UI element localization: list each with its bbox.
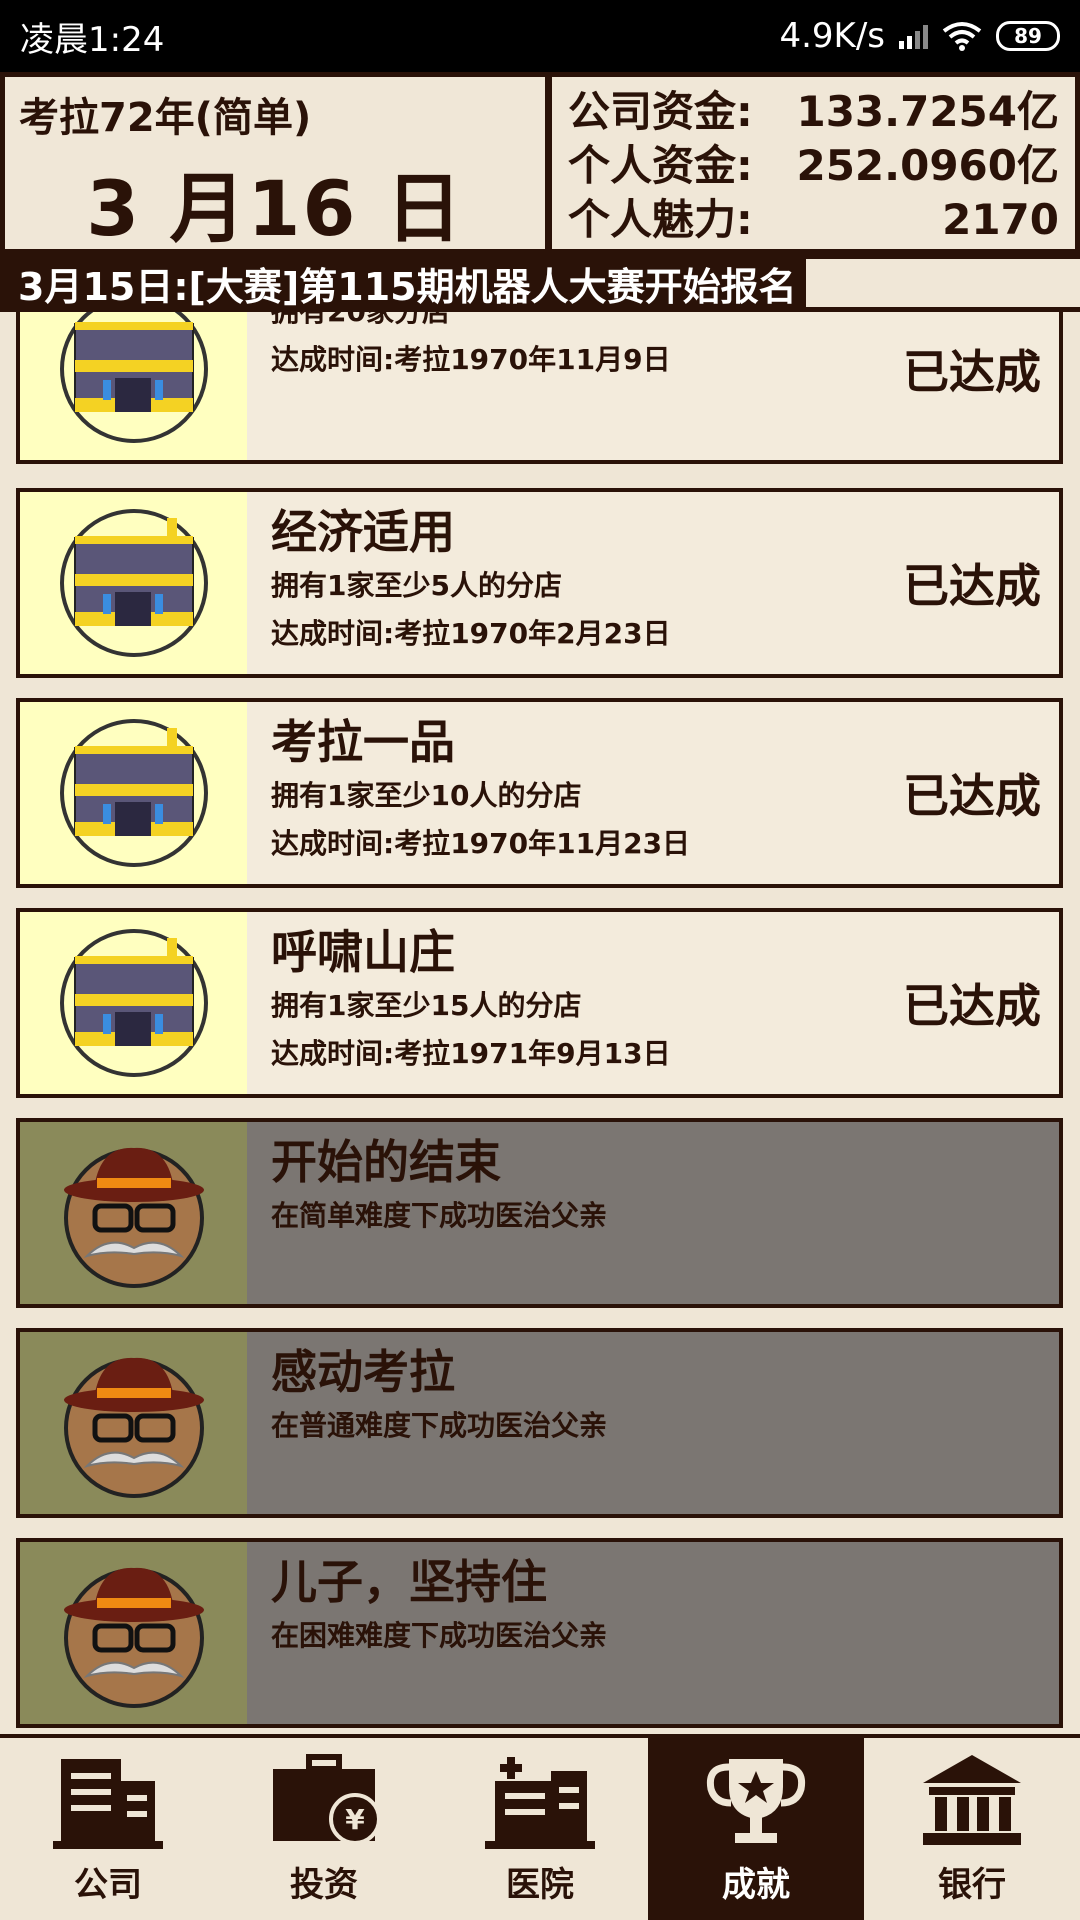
current-date: 3 月16 日 (86, 164, 464, 253)
father-icon (63, 1357, 204, 1498)
achievement-desc: 在困难难度下成功医治父亲 (271, 1619, 608, 1652)
building-icon (59, 312, 208, 443)
achievement-desc: 拥有20家分店 (271, 312, 1059, 336)
building-icon (59, 929, 208, 1077)
achievement-status: 已达成 (903, 345, 1041, 399)
father-icon (63, 1567, 204, 1708)
date-panel: 考拉72年(简单) 3 月16 日 (5, 77, 545, 253)
bank-icon (923, 1755, 1021, 1845)
tab-investment[interactable]: ¥ 投资 (216, 1738, 432, 1920)
company-funds-row: 公司资金: 133.7254亿 (568, 85, 1059, 139)
achievement-title: 感动考拉 (271, 1345, 455, 1399)
battery-icon: 89 (996, 21, 1060, 51)
signal-icon (899, 23, 928, 49)
achievement-status: 已达成 (903, 979, 1041, 1033)
trophy-icon (706, 1759, 806, 1843)
news-ticker[interactable]: 3月15日:[大赛]第115期机器人大赛开始报名 (0, 254, 1080, 312)
network-speed: 4.9K/s (779, 16, 885, 56)
svg-text:¥: ¥ (345, 1803, 365, 1836)
personal-funds-value: 252.0960亿 (796, 141, 1059, 190)
achievement-time: 达成时间:考拉1970年2月23日 (271, 617, 671, 650)
achievement-item[interactable]: 考拉一品 拥有1家至少10人的分店 达成时间:考拉1970年11月23日 已达成 (16, 698, 1063, 888)
tab-hospital[interactable]: 医院 (432, 1738, 648, 1920)
ticker-message: 3月15日:[大赛]第115期机器人大赛开始报名 (18, 264, 797, 309)
company-icon (53, 1759, 163, 1849)
tab-label: 银行 (938, 1865, 1006, 1905)
building-icon (59, 719, 208, 867)
achievement-time: 达成时间:考拉1971年9月13日 (271, 1037, 671, 1070)
achievement-item-locked[interactable]: 感动考拉 在普通难度下成功医治父亲 (16, 1328, 1063, 1518)
charm-label: 个人魅力: (568, 195, 753, 244)
tab-label: 投资 (290, 1865, 358, 1905)
investment-icon: ¥ (273, 1754, 379, 1845)
tab-bank[interactable]: 银行 (864, 1738, 1080, 1920)
achievement-desc: 在简单难度下成功医治父亲 (271, 1199, 608, 1232)
era-label: 考拉72年(简单) (19, 95, 312, 141)
company-funds-label: 公司资金: (568, 87, 753, 136)
status-bar: 凌晨1:24 4.9K/s 89 (0, 0, 1080, 72)
hospital-icon (485, 1757, 595, 1849)
bottom-nav: 公司 ¥ 投资 医院 成就 银行 (0, 1734, 1080, 1920)
tab-label: 医院 (506, 1865, 574, 1905)
company-funds-value: 133.7254亿 (796, 87, 1059, 136)
achievement-status: 已达成 (903, 769, 1041, 823)
achievement-desc: 在普通难度下成功医治父亲 (271, 1409, 608, 1442)
charm-row: 个人魅力: 2170 (568, 193, 1059, 247)
achievement-item-locked[interactable]: 开始的结束 在简单难度下成功医治父亲 (16, 1118, 1063, 1308)
wifi-icon (942, 22, 982, 51)
tab-company[interactable]: 公司 (0, 1738, 216, 1920)
achievement-title: 开始的结束 (271, 1135, 501, 1189)
achievement-status: 已达成 (903, 559, 1041, 613)
funds-panel: 公司资金: 133.7254亿 个人资金: 252.0960亿 个人魅力: 21… (552, 77, 1075, 249)
status-time: 凌晨1:24 (20, 19, 165, 60)
game-header: 考拉72年(简单) 3 月16 日 公司资金: 133.7254亿 个人资金: … (0, 72, 1080, 254)
ticker-blank (806, 259, 1080, 307)
achievement-item[interactable]: 经济适用 拥有1家至少5人的分店 达成时间:考拉1970年2月23日 已达成 (16, 488, 1063, 678)
personal-funds-row: 个人资金: 252.0960亿 (568, 139, 1059, 193)
father-icon (63, 1147, 204, 1288)
personal-funds-label: 个人资金: (568, 141, 753, 190)
achievement-item-locked[interactable]: 儿子，坚持住 在困难难度下成功医治父亲 (16, 1538, 1063, 1728)
tab-label: 公司 (74, 1865, 142, 1905)
charm-value: 2170 (942, 195, 1059, 244)
tab-achievements[interactable]: 成就 (648, 1738, 864, 1920)
tab-label: 成就 (722, 1865, 790, 1905)
achievement-list[interactable]: 拥有20家分店 达成时间:考拉1970年11月9日 已达成 经济适用 拥有1家至… (0, 312, 1080, 1734)
achievement-time: 达成时间:考拉1970年11月23日 (271, 827, 691, 860)
building-icon (59, 509, 208, 657)
achievement-title: 儿子，坚持住 (271, 1555, 547, 1609)
status-indicators: 4.9K/s 89 (779, 16, 1060, 56)
achievement-item[interactable]: 呼啸山庄 拥有1家至少15人的分店 达成时间:考拉1971年9月13日 已达成 (16, 908, 1063, 1098)
achievement-item[interactable]: 拥有20家分店 达成时间:考拉1970年11月9日 已达成 (16, 312, 1063, 464)
